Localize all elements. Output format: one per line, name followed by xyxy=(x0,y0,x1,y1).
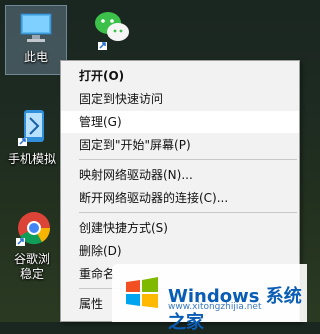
menu-item-create-shortcut[interactable]: 创建快捷方式(S) xyxy=(61,217,299,239)
menu-item-map-drive[interactable]: 映射网络驱动器(N)... xyxy=(61,164,299,186)
this-pc-label: 此电 xyxy=(23,50,48,64)
watermark-url: www.xitongzhijia.net xyxy=(168,302,262,312)
wechat-icon-tile[interactable] xyxy=(82,6,142,56)
phone-emulator-icon-tile[interactable]: 手机模拟 xyxy=(2,108,62,174)
menu-item-delete[interactable]: 删除(D) xyxy=(61,240,299,262)
chrome-label-line2: 稳定 xyxy=(19,267,44,281)
menu-item-manage[interactable]: 管理(G) xyxy=(61,111,299,133)
chrome-icon xyxy=(16,212,51,246)
chrome-icon-tile[interactable]: 谷歌浏 稳定 xyxy=(2,208,62,292)
phone-emulator-icon xyxy=(18,110,44,146)
wechat-icon xyxy=(95,12,129,50)
menu-separator xyxy=(79,159,297,160)
menu-item-pin-quick-access[interactable]: 固定到快速访问 xyxy=(61,88,299,110)
computer-icon xyxy=(20,13,52,42)
menu-separator xyxy=(79,212,297,213)
menu-item-open[interactable]: 打开(O) xyxy=(61,65,299,87)
desktop: 此电 手机模拟 谷歌浏 稳定 打开(O) 固定到快速访问 管理(G) 固定到"开… xyxy=(0,0,307,333)
phone-emulator-label: 手机模拟 xyxy=(7,152,56,166)
watermark: Windows 系统之家 www.xitongzhijia.net xyxy=(112,264,307,333)
this-pc-icon-tile[interactable]: 此电 xyxy=(5,5,67,75)
windows-logo-icon xyxy=(126,277,158,308)
chrome-label: 谷歌浏 xyxy=(13,252,50,266)
menu-item-pin-start[interactable]: 固定到"开始"屏幕(P) xyxy=(61,134,299,156)
menu-item-disconnect-drive[interactable]: 断开网络驱动器的连接(C)... xyxy=(61,187,299,209)
